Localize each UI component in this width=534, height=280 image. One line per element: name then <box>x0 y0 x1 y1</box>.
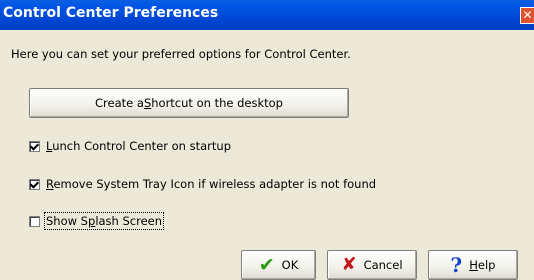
shortcut-label-post: hortcut on the desktop <box>151 96 283 110</box>
checkbox-checked[interactable] <box>29 178 40 190</box>
help-button[interactable]: ? Help <box>428 250 518 280</box>
check-icon: ✔ <box>258 254 275 276</box>
help-label: Help <box>469 258 496 272</box>
remove-tray-icon-checkbox[interactable]: Remove System Tray Icon if wireless adap… <box>29 177 376 191</box>
show-splash-screen-label: Show Splash Screen <box>43 212 165 230</box>
title-bar[interactable]: Control Center Preferences ✕ <box>0 0 534 30</box>
launch-on-startup-checkbox[interactable]: Lunch Control Center on startup <box>29 139 231 153</box>
shortcut-accel: S <box>143 96 152 110</box>
launch-on-startup-label: Lunch Control Center on startup <box>46 139 232 153</box>
checkbox-checked[interactable] <box>29 140 40 152</box>
close-button[interactable]: ✕ <box>520 7 534 24</box>
x-icon: ✘ <box>341 254 357 275</box>
show-splash-screen-checkbox[interactable]: Show Splash Screen <box>29 212 165 230</box>
cancel-label: Cancel <box>363 258 403 272</box>
remove-tray-icon-label: Remove System Tray Icon if wireless adap… <box>46 177 377 191</box>
close-icon: ✕ <box>522 8 533 22</box>
checkbox-unchecked[interactable] <box>29 215 40 227</box>
ok-label: OK <box>281 258 299 272</box>
intro-text: Here you can set your preferred options … <box>11 47 351 61</box>
dialog-body: Here you can set your preferred options … <box>0 30 534 280</box>
question-icon: ? <box>450 253 463 277</box>
ok-button[interactable]: ✔ OK <box>241 250 316 280</box>
create-shortcut-button[interactable]: Create a Shortcut on the desktop <box>29 88 349 118</box>
cancel-button[interactable]: ✘ Cancel <box>327 250 417 280</box>
window-title: Control Center Preferences <box>3 5 219 21</box>
shortcut-label-pre: Create a <box>95 96 144 110</box>
